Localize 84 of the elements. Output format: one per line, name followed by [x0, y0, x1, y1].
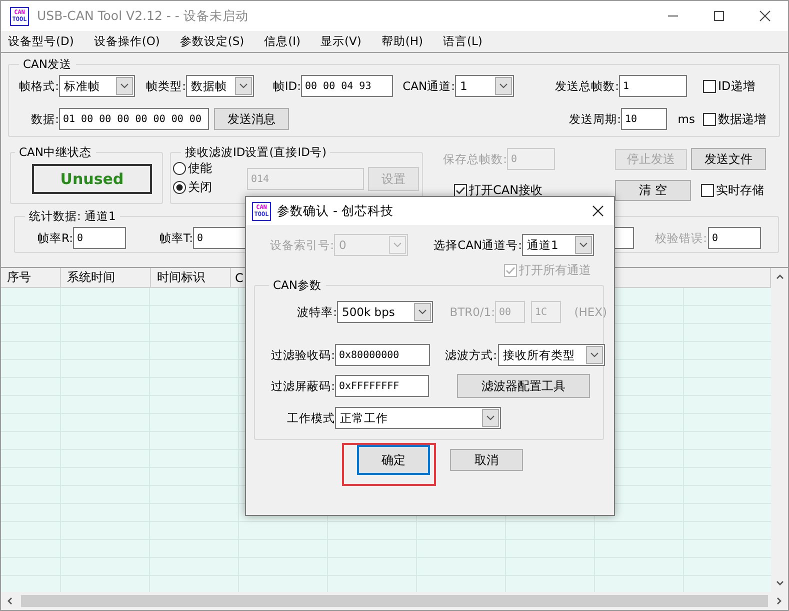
field-label: ms — [676, 112, 695, 126]
field-label: 数据: — [30, 112, 59, 126]
status-display: Unused — [32, 164, 152, 194]
checkbox-label[interactable]: 实时存储 — [716, 182, 764, 198]
dropdown[interactable]: 500k bps — [337, 301, 433, 323]
menu-item[interactable]: 语言(L) — [438, 34, 488, 49]
input-field[interactable]: 01 00 00 00 00 00 00 00 — [59, 108, 209, 130]
checkbox-label[interactable]: ID递增 — [718, 78, 755, 94]
push-button[interactable]: 发送消息 — [214, 108, 289, 130]
input-field[interactable]: 10 — [621, 108, 667, 130]
field-label: 保存总帧数: — [442, 152, 507, 166]
dropdown[interactable]: 标准帧 — [59, 75, 135, 97]
checkbox[interactable] — [703, 112, 716, 126]
field-label: BTR0/1: — [448, 305, 495, 319]
radio-label[interactable]: 关闭 — [188, 179, 212, 196]
field-label: CAN通道: — [402, 78, 455, 94]
group-title: CAN发送 — [22, 57, 72, 72]
field-label: 过滤屏蔽码: — [270, 378, 335, 394]
field-label: 选择CAN通道号: — [432, 238, 522, 252]
checkbox[interactable] — [454, 184, 467, 196]
checkbox[interactable] — [701, 184, 714, 196]
menu-item[interactable]: 帮助(H) — [376, 34, 428, 49]
menu-item[interactable]: 设备操作(O) — [88, 34, 165, 49]
field-label: 波特率: — [296, 304, 337, 320]
maximize-icon[interactable] — [713, 10, 725, 22]
menu-item[interactable]: 显示(V) — [316, 34, 366, 49]
input-field[interactable]: 0 — [708, 227, 761, 249]
close-icon[interactable] — [592, 205, 604, 217]
field-label: 发送总帧数: — [554, 78, 619, 94]
push-button[interactable]: 发送文件 — [691, 148, 766, 170]
radio-label[interactable]: 使能 — [188, 160, 212, 177]
input-field[interactable]: 00 00 04 93 — [301, 75, 393, 97]
chevron-down-icon — [575, 236, 592, 254]
field-label: 设备索引号: — [269, 238, 334, 252]
checkbox[interactable] — [703, 80, 716, 92]
group-title: 统计数据: 通道1 — [28, 209, 117, 224]
chevron-down-icon — [389, 236, 406, 254]
menu-item[interactable]: 设备型号(D) — [3, 34, 79, 49]
chevron-down-icon[interactable] — [775, 578, 785, 588]
field-label: 帧率T: — [158, 230, 193, 246]
field-label: 工作模式 — [286, 410, 335, 426]
chevron-right-icon[interactable] — [774, 596, 784, 606]
push-button[interactable]: 确定 — [357, 445, 430, 475]
group-title: CAN中继状态 — [18, 145, 92, 160]
chevron-down-icon — [116, 77, 133, 95]
input-field[interactable]: 0xFFFFFFFF — [335, 375, 429, 397]
chevron-down-icon — [586, 346, 603, 364]
input-field[interactable]: 1 — [619, 75, 687, 97]
field-label: 帧类型: — [145, 78, 186, 94]
field-label: (HEX) — [573, 305, 607, 319]
field-label: 帧率R: — [36, 230, 73, 246]
push-button[interactable]: 清 空 — [615, 180, 691, 200]
chevron-down-icon — [414, 303, 431, 321]
input-field[interactable]: 0x80000000 — [335, 344, 430, 366]
group-title: CAN参数 — [272, 278, 322, 293]
group-title: 接收滤波ID设置(直接ID号) — [184, 145, 328, 160]
dropdown[interactable]: 接收所有类型 — [498, 344, 605, 366]
close-icon[interactable] — [759, 10, 771, 22]
field-label: 帧格式: — [18, 78, 59, 94]
dropdown[interactable]: 数据帧 — [186, 75, 254, 97]
chevron-down-icon — [495, 77, 512, 95]
window-title: USB-CAN Tool V2.12 - - 设备未启动 — [37, 8, 248, 24]
dialog-title: 参数确认 - 创芯科技 — [277, 202, 394, 220]
menu-item[interactable]: 参数设定(S) — [174, 34, 250, 49]
field-label: 过滤验收码: — [270, 348, 335, 362]
push-button[interactable]: 取消 — [450, 449, 523, 471]
dropdown[interactable]: 通道1 — [522, 234, 594, 256]
field-label: 滤波方式: — [444, 348, 497, 362]
field-label: 校验错误: — [654, 230, 707, 246]
input-field[interactable]: 0 — [73, 227, 126, 249]
input-field[interactable]: 0 — [193, 227, 246, 249]
push-button[interactable]: 滤波器配置工具 — [457, 374, 590, 398]
chevron-down-icon — [482, 409, 499, 427]
checkbox-label[interactable]: 打开CAN接收 — [469, 182, 543, 198]
field-label: 帧ID: — [272, 78, 301, 94]
dropdown[interactable]: 正常工作 — [335, 407, 501, 429]
radio-button[interactable] — [173, 162, 186, 175]
chevron-down-icon — [235, 77, 252, 95]
checkbox-label[interactable]: 数据递增 — [718, 110, 766, 128]
chevron-left-icon[interactable] — [5, 596, 15, 606]
dropdown[interactable]: 1 — [455, 75, 514, 97]
menu-item[interactable]: 信息(I) — [259, 34, 306, 49]
field-label: 发送周期: — [568, 112, 621, 126]
radio-button[interactable] — [173, 181, 186, 194]
